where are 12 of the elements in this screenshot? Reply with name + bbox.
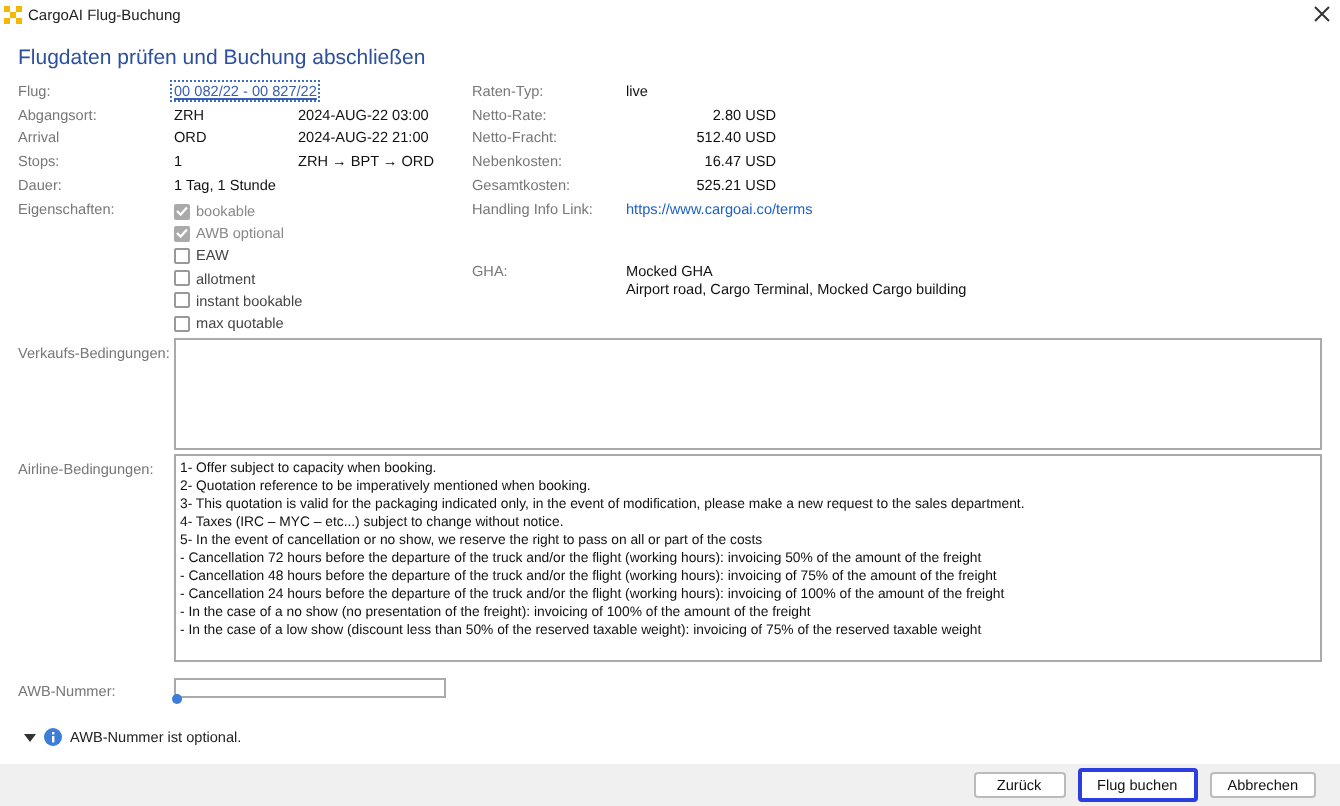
info-icon — [44, 728, 62, 747]
checkbox[interactable] — [174, 270, 190, 287]
sales-conditions-field[interactable] — [174, 338, 1322, 451]
app-logo-icon — [4, 5, 22, 23]
page-heading: Flugdaten prüfen und Buchung abschließen — [18, 46, 428, 70]
airline-conditions-field[interactable] — [174, 454, 1322, 663]
checkbox[interactable] — [174, 247, 190, 264]
info-icon — [172, 694, 182, 705]
checkbox[interactable] — [174, 292, 190, 309]
awb-number-input[interactable] — [174, 678, 446, 699]
close-icon — [1314, 6, 1330, 22]
checkbox[interactable] — [174, 315, 190, 331]
